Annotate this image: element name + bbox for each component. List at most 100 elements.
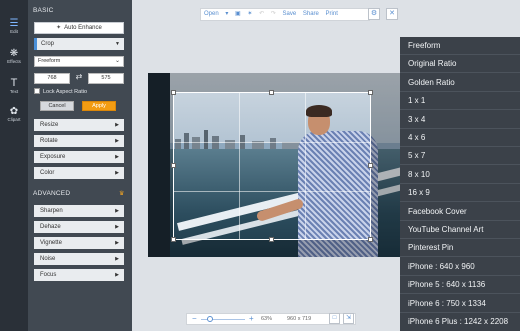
tool-rail: ☰ Edit ❋ Effects T Text ✿ Clipart <box>0 0 28 331</box>
crop-height-input[interactable]: 575 <box>88 73 124 84</box>
crop-width-input[interactable]: 768 <box>34 73 70 84</box>
redo-icon[interactable]: ↷ <box>271 11 276 17</box>
open-menu[interactable]: Open ▾ <box>204 11 228 17</box>
open-label: Open <box>204 11 219 17</box>
dropdown-option[interactable]: Freeform <box>400 37 520 55</box>
crop-handle-ne[interactable] <box>368 90 373 95</box>
crop-grid-line <box>174 191 370 192</box>
crop-section[interactable]: Crop ▼ <box>34 38 124 50</box>
exposure-row[interactable]: Exposure ▶ <box>34 151 124 163</box>
crop-grid-line <box>174 142 370 143</box>
dropdown-option[interactable]: iPhone 6 : 750 x 1334 <box>400 295 520 313</box>
vignette-row[interactable]: Vignette ▶ <box>34 237 124 249</box>
checkbox-icon <box>34 88 40 94</box>
crown-icon: ♛ <box>119 191 125 197</box>
close-icon[interactable]: ✕ <box>386 8 398 20</box>
chevron-right-icon: ▶ <box>115 122 119 128</box>
dropdown-option[interactable]: iPhone 6 Plus : 1242 x 2208 <box>400 313 520 331</box>
magic-wand-icon[interactable]: ✶ <box>247 11 252 17</box>
resize-row[interactable]: Resize ▶ <box>34 119 124 131</box>
basic-title: BASIC <box>33 7 54 14</box>
crop-handle-s[interactable] <box>269 237 274 242</box>
sharpen-label: Sharpen <box>40 208 63 214</box>
cancel-button[interactable]: Cancel <box>40 101 74 111</box>
aspect-select-value: Freeform <box>38 58 61 64</box>
collapse-icon: ▼ <box>115 41 120 47</box>
fullscreen-icon[interactable]: ⇲ <box>343 313 354 324</box>
crop-grid-line <box>239 93 240 239</box>
zoom-slider-handle[interactable] <box>207 316 213 322</box>
dehaze-row[interactable]: Dehaze ▶ <box>34 221 124 233</box>
rail-effects[interactable]: ❋ Effects <box>0 48 28 72</box>
adjust-panel: BASIC ✦ Auto Enhance Crop ▼ Freeform ⌄ 76… <box>28 0 132 331</box>
dropdown-option[interactable]: iPhone 5 : 640 x 1136 <box>400 276 520 295</box>
focus-row[interactable]: Focus ▶ <box>34 269 124 281</box>
dropdown-option[interactable]: 1 x 1 <box>400 92 520 111</box>
rail-effects-label: Effects <box>7 59 21 64</box>
aspect-ratio-select[interactable]: Freeform ⌄ <box>34 56 124 67</box>
rail-clipart[interactable]: ✿ Clipart <box>0 106 28 130</box>
lock-aspect-checkbox[interactable]: Lock Aspect Ratio <box>34 88 87 96</box>
zoom-percent: 63% <box>261 316 273 322</box>
chevron-down-icon: ⌄ <box>114 58 120 64</box>
dropdown-option[interactable]: 16 x 9 <box>400 184 520 203</box>
crop-handle-e[interactable] <box>368 163 373 168</box>
dropdown-option[interactable]: 4 x 6 <box>400 129 520 147</box>
noise-label: Noise <box>40 256 56 262</box>
fit-screen-icon[interactable]: □ <box>329 313 340 324</box>
dropdown-option[interactable]: Golden Ratio <box>400 74 520 92</box>
chevron-right-icon: ▶ <box>115 240 119 246</box>
dropdown-option[interactable]: Facebook Cover <box>400 203 520 221</box>
chevron-right-icon: ▶ <box>115 208 119 214</box>
wand-icon: ✦ <box>56 25 62 31</box>
zoom-in-icon[interactable]: + <box>249 314 254 324</box>
auto-enhance-label: Auto Enhance <box>64 25 102 31</box>
crop-shade-left <box>148 92 173 240</box>
auto-enhance-button[interactable]: ✦ Auto Enhance <box>34 22 124 34</box>
zoom-out-icon[interactable]: − <box>192 314 197 324</box>
save-button[interactable]: Save <box>283 11 297 17</box>
chevron-right-icon: ▶ <box>115 272 119 278</box>
dropdown-option[interactable]: Original Ratio <box>400 55 520 74</box>
crop-handle-n[interactable] <box>269 90 274 95</box>
rail-text[interactable]: T Text <box>0 78 28 102</box>
clipart-icon: ✿ <box>9 106 19 117</box>
rail-edit[interactable]: ☰ Edit <box>0 18 28 42</box>
dropdown-option[interactable]: 3 x 4 <box>400 111 520 129</box>
chevron-right-icon: ▶ <box>115 224 119 230</box>
undo-icon[interactable]: ↶ <box>259 11 264 17</box>
color-row[interactable]: Color ▶ <box>34 167 124 179</box>
crop-handle-nw[interactable] <box>171 90 176 95</box>
swap-icon[interactable]: ⇄ <box>72 72 86 81</box>
top-toolbar: Open ▾ ▣ ✶ ↶ ↷ Save Share Print <box>200 8 370 21</box>
effects-icon: ❋ <box>9 48 19 59</box>
dropdown-option[interactable]: iPhone : 640 x 960 <box>400 258 520 276</box>
crop-box[interactable] <box>173 92 371 240</box>
focus-label: Focus <box>40 272 57 278</box>
dropdown-option[interactable]: 5 x 7 <box>400 147 520 166</box>
vignette-label: Vignette <box>40 240 62 246</box>
noise-row[interactable]: Noise ▶ <box>34 253 124 265</box>
crop-handle-se[interactable] <box>368 237 373 242</box>
chevron-right-icon: ▶ <box>115 256 119 262</box>
resize-label: Resize <box>40 122 59 128</box>
print-button[interactable]: Print <box>326 11 338 17</box>
rotate-label: Rotate <box>40 138 58 144</box>
sharpen-row[interactable]: Sharpen ▶ <box>34 205 124 217</box>
settings-icon[interactable]: ⚙ <box>368 8 380 20</box>
rail-clipart-label: Clipart <box>7 117 21 122</box>
advanced-title: ADVANCED <box>33 190 71 197</box>
chevron-right-icon: ▶ <box>115 154 119 160</box>
crop-handle-sw[interactable] <box>171 237 176 242</box>
dropdown-option[interactable]: YouTube Channel Art <box>400 221 520 239</box>
crop-shade-right <box>371 92 400 240</box>
save-image-icon[interactable]: ▣ <box>235 11 241 17</box>
rail-text-label: Text <box>9 89 19 94</box>
crop-handle-w[interactable] <box>171 163 176 168</box>
color-label: Color <box>40 170 55 176</box>
apply-button[interactable]: Apply <box>82 101 116 111</box>
dropdown-option[interactable]: Pinterest Pin <box>400 239 520 258</box>
rotate-row[interactable]: Rotate ▶ <box>34 135 124 147</box>
dropdown-option[interactable]: 8 x 10 <box>400 166 520 184</box>
share-button[interactable]: Share <box>303 11 319 17</box>
